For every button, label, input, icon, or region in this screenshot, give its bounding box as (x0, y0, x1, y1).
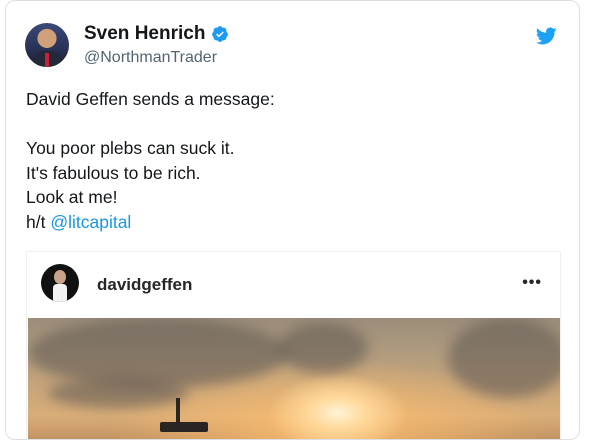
tweet-line: Look at me! (26, 187, 118, 207)
embed-avatar-shirt (53, 284, 67, 302)
tweet-line: David Geffen sends a message: (26, 89, 275, 109)
mention-link[interactable]: @litcapital (50, 212, 131, 232)
embed-avatar[interactable] (41, 264, 79, 302)
more-options-icon[interactable]: ••• (522, 274, 542, 292)
embed-username[interactable]: davidgeffen (97, 275, 192, 295)
embed-avatar-face (54, 270, 66, 284)
photo-cloud (448, 318, 560, 398)
avatar-tie (45, 53, 49, 67)
author-name[interactable]: Sven Henrich (84, 23, 205, 45)
photo-boat (160, 422, 208, 432)
photo-cloud (28, 318, 288, 388)
author-handle[interactable]: @NorthmanTrader (84, 49, 217, 67)
tweet-line: It's fabulous to be rich. (26, 162, 201, 183)
photo-cloud (48, 378, 188, 408)
tweet-text: David Geffen sends a message: You poor p… (26, 87, 556, 234)
photo-cloud (278, 323, 368, 373)
tweet-card: Sven Henrich @NorthmanTrader David Geffe… (5, 0, 580, 440)
ht-prefix: h/t (26, 211, 51, 232)
embed-photo[interactable] (28, 318, 560, 439)
author-name-row: Sven Henrich (84, 23, 229, 45)
tweet-line: You poor plebs can suck it. (26, 138, 235, 158)
tweet-ht-line: h/t @litcapital (26, 210, 556, 235)
instagram-embed[interactable]: davidgeffen ••• (26, 251, 561, 439)
author-avatar[interactable] (25, 23, 69, 67)
verified-badge-icon (212, 26, 229, 42)
twitter-bird-icon[interactable] (535, 25, 557, 47)
